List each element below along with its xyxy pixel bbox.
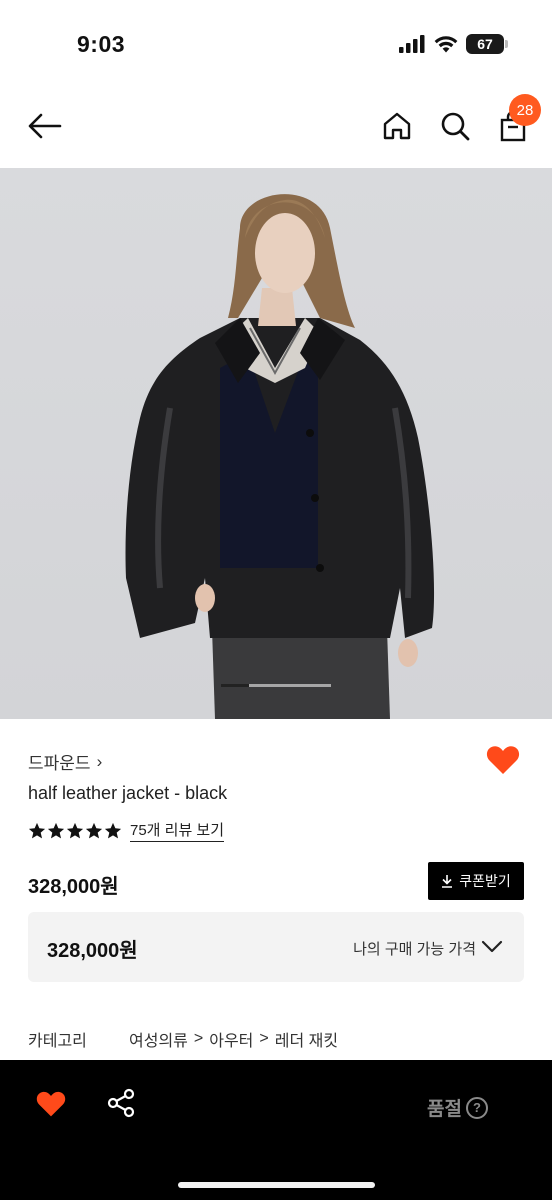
my-price-dropdown[interactable]: 328,000원 나의 구매 가능 가격 [28, 912, 524, 982]
status-time: 9:03 [77, 31, 126, 57]
cart-count-badge: 28 [509, 94, 541, 126]
battery-icon: 67 [466, 34, 508, 54]
category-breadcrumb: 여성의류 > 아우터 > 레더 재킷 [129, 1027, 338, 1051]
my-price-value: 328,000원 [47, 940, 138, 962]
star-icon [47, 822, 65, 838]
carousel-indicator [221, 684, 331, 687]
category-row: 카테고리 여성의류 > 아우터 > 레더 재킷 [28, 1027, 338, 1051]
back-button[interactable] [22, 106, 68, 146]
breadcrumb-item[interactable]: 아우터 [209, 1027, 253, 1051]
rating-row: 75개 리뷰 보기 [28, 819, 225, 842]
product-photo [125, 194, 435, 719]
help-icon[interactable]: ? [465, 1096, 488, 1119]
breadcrumb-item[interactable]: 레더 재킷 [275, 1027, 338, 1051]
signal-icon [399, 35, 425, 53]
status-bar: 9:03 67 [0, 0, 552, 90]
help-glyph: ? [472, 1100, 481, 1115]
chevron-right-icon: › [96, 751, 103, 771]
product-image-carousel[interactable] [0, 168, 552, 719]
bottom-action-bar: 품절 ? [0, 1060, 552, 1200]
breadcrumb-item[interactable]: 여성의류 [129, 1027, 188, 1051]
home-indicator [178, 1182, 375, 1188]
search-button[interactable] [436, 106, 474, 146]
wifi-icon [434, 36, 458, 53]
soldout-status: 품절 ? [427, 1094, 488, 1121]
star-icon [28, 822, 46, 838]
my-price-label: 나의 구매 가능 가격 [353, 941, 476, 958]
brand-name: 드파운드 [28, 754, 91, 773]
product-price: 328,000원 [28, 876, 119, 898]
home-button[interactable] [378, 106, 416, 146]
bottom-like-button[interactable] [36, 1090, 70, 1122]
search-icon [441, 112, 470, 141]
star-icon [66, 822, 84, 838]
rating-stars [28, 822, 122, 840]
heart-icon [36, 1091, 66, 1117]
breadcrumb-separator: > [193, 1030, 204, 1047]
star-icon [104, 822, 122, 838]
heart-icon [486, 746, 520, 774]
product-name: half leather jacket - black [28, 783, 228, 803]
like-button[interactable] [486, 745, 524, 779]
share-button[interactable] [106, 1088, 140, 1122]
coupon-button-label: 쿠폰받기 [459, 873, 511, 889]
home-icon [383, 112, 411, 140]
app-header [0, 90, 552, 168]
category-title: 카테고리 [28, 1033, 87, 1050]
breadcrumb-separator: > [259, 1030, 269, 1047]
arrow-left-icon [28, 113, 62, 139]
coupon-button[interactable]: 쿠폰받기 [428, 862, 524, 900]
soldout-label: 품절 [427, 1099, 462, 1120]
chevron-down-icon [481, 940, 503, 953]
download-icon [442, 875, 453, 888]
battery-level: 67 [477, 36, 493, 52]
share-icon [107, 1088, 135, 1118]
review-link[interactable]: 75개 리뷰 보기 [130, 819, 225, 842]
brand-link[interactable]: 드파운드 › [28, 749, 102, 774]
star-icon [85, 822, 103, 838]
carousel-indicator-fill [221, 684, 249, 687]
status-indicators: 67 [398, 34, 508, 54]
